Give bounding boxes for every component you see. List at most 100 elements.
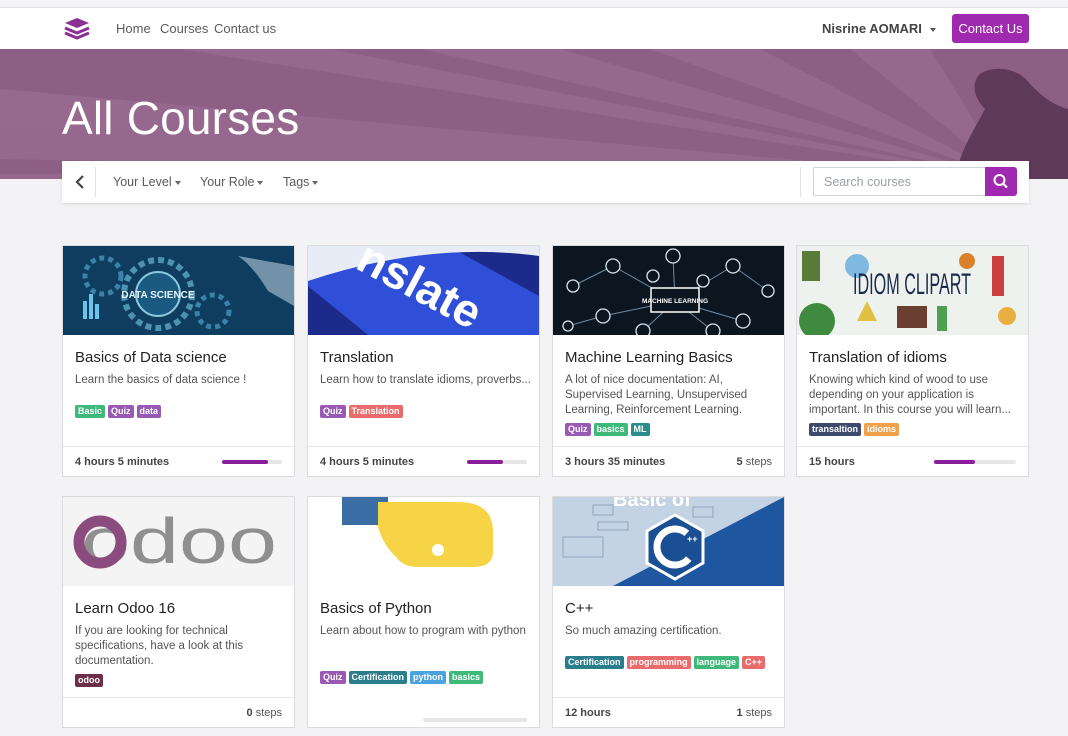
course-card[interactable]: Basics of Python Learn about how to prog… [307,496,540,728]
user-menu[interactable]: Nisrine AOMARI [822,21,936,36]
search-input[interactable] [813,167,986,196]
course-progress-bar [934,460,1016,464]
course-footer: 15 hours [797,446,1028,476]
course-image: Basic of ++ [553,497,784,586]
level-filter-label: Your Level [113,175,172,189]
course-tags: transaltion idioms [809,423,1024,436]
course-tag[interactable]: basics [593,423,628,436]
course-image: nslate [308,246,539,335]
course-tags: odoo [75,674,290,687]
course-description: If you are looking for technical specifi… [75,625,244,667]
contact-us-button[interactable]: Contact Us [952,14,1029,43]
course-tag[interactable]: language [693,656,740,669]
chevron-down-icon [929,27,936,32]
course-card[interactable]: IDIOM CLIPART Translation of idioms Know… [796,245,1029,477]
course-image-caption: DATA SCIENCE [121,290,194,301]
course-image-caption: IDIOM CLIPART [853,268,971,301]
chevron-down-icon [257,180,264,185]
course-image: odoo [63,497,294,586]
course-tag[interactable]: Quiz [565,423,591,436]
course-image-caption: Basic of [613,497,691,511]
course-tag[interactable]: ML [630,423,650,436]
course-steps: 1 steps [736,707,772,719]
course-card[interactable]: odoo Learn Odoo 16 If you are looking fo… [62,496,295,728]
course-card[interactable]: nslate Translation Learn how to translat… [307,245,540,477]
course-card[interactable]: Basic of ++ C++ So much amazing certific… [552,496,785,728]
nav-home-link[interactable]: Home [116,21,151,36]
banner: All Courses [0,49,1068,179]
course-tags: Quiz Certification python basics [320,671,535,684]
chevron-down-icon [312,180,319,185]
course-tag[interactable]: Quiz [320,405,346,418]
course-tag[interactable]: Translation [348,405,403,418]
role-filter-dropdown[interactable]: Your Role [200,175,264,189]
course-tag[interactable]: python [410,671,447,684]
course-footer: 4 hours 5 minutes [308,446,539,476]
user-name: Nisrine AOMARI [822,21,922,36]
course-duration: 4 hours 5 minutes [320,456,415,468]
cplusplus-logo-plus: ++ [687,534,698,544]
level-filter-dropdown[interactable]: Your Level [113,175,181,189]
chevron-down-icon [174,180,181,185]
nav-contact-link[interactable]: Contact us [214,21,276,36]
course-title[interactable]: Basics of Data science [75,349,227,366]
course-image: IDIOM CLIPART [797,246,1028,335]
course-footer [308,712,539,727]
course-tags: Quiz basics ML [565,423,780,436]
browser-top-strip [0,0,1068,8]
page-title: All Courses [62,92,300,144]
course-tag[interactable]: C++ [742,656,766,669]
course-image [308,497,539,586]
role-filter-label: Your Role [200,175,255,189]
course-footer: 0 steps [63,697,294,727]
course-tag[interactable]: Basic [75,405,106,418]
logo-icon[interactable] [62,16,92,42]
navbar: Home Courses Contact us Nisrine AOMARI C… [0,8,1068,49]
course-title[interactable]: Basics of Python [320,600,432,617]
course-footer: 12 hours 1 steps [553,697,784,727]
course-title[interactable]: C++ [565,600,593,617]
course-footer: 3 hours 35 minutes 5 steps [553,446,784,476]
course-image-caption: MACHINE LEARNING [642,298,708,305]
course-description: Learn about how to program with python [320,625,526,637]
divider [800,167,801,197]
course-image: MACHINE LEARNING [553,246,784,335]
search-button[interactable] [985,167,1017,196]
tags-filter-label: Tags [283,175,310,189]
course-duration: 12 hours [565,707,611,719]
divider [95,167,96,197]
course-tag[interactable]: basics [449,671,484,684]
course-image: DATA SCIENCE [63,246,294,335]
course-tag[interactable]: programming [626,656,691,669]
chevron-left-icon[interactable] [72,173,88,191]
course-card[interactable]: DATA SCIENCE Basics of Data science Lear… [62,245,295,477]
course-steps: 5 steps [736,456,772,468]
tags-filter-dropdown[interactable]: Tags [283,175,319,189]
nav-courses-link[interactable]: Courses [160,21,208,36]
course-duration: 15 hours [809,456,855,468]
course-progress-bar [222,460,282,464]
course-tag[interactable]: idioms [864,423,900,436]
course-duration: 3 hours 35 minutes [565,456,666,468]
course-tags: Certification programming language C++ [565,656,780,669]
search-icon [993,174,1008,189]
course-tag[interactable]: Certification [565,656,624,669]
course-description: Knowing which kind of wood to use depend… [809,374,1011,416]
course-tag[interactable]: data [136,405,162,418]
course-steps: 0 steps [246,707,282,719]
course-description: Learn the basics of data science ! [75,374,247,386]
course-tag[interactable]: Quiz [108,405,134,418]
course-tag[interactable]: odoo [75,674,103,687]
course-progress-bar [467,460,527,464]
course-tag[interactable]: Certification [348,671,408,684]
course-card[interactable]: MACHINE LEARNING Machine Learning Basics… [552,245,785,477]
course-tags: Quiz Translation [320,405,535,418]
course-title[interactable]: Translation of idioms [809,349,947,366]
course-tags: Basic Quiz data [75,405,290,418]
course-tag[interactable]: transaltion [809,423,862,436]
course-tag[interactable]: Quiz [320,671,346,684]
course-title[interactable]: Translation [320,349,394,366]
course-title[interactable]: Machine Learning Basics [565,349,733,366]
course-title[interactable]: Learn Odoo 16 [75,600,175,617]
course-footer: 4 hours 5 minutes [63,446,294,476]
